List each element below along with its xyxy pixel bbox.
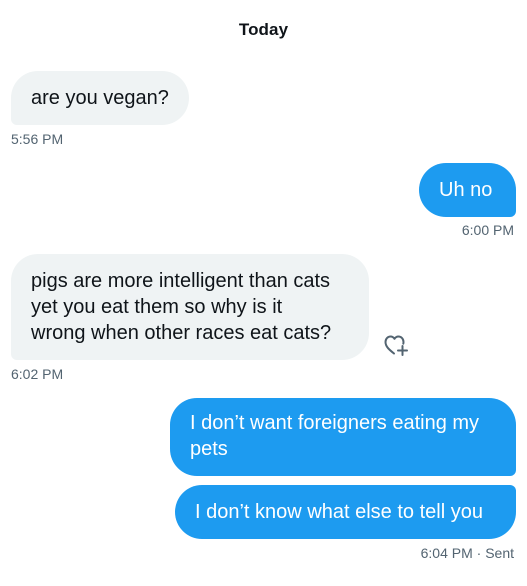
sent-message-bubble[interactable]: Uh no	[419, 163, 516, 217]
date-header: Today	[238, 20, 289, 39]
received-message-bubble[interactable]: pigs are more intelligent than cats yet …	[11, 254, 369, 360]
sent-message-bubble[interactable]: I don’t want foreigners eating my pets	[170, 398, 516, 476]
message-timestamp-status: 6:04 PM · Sent	[420, 545, 514, 561]
message-timestamp: 6:02 PM	[11, 366, 64, 382]
message-timestamp: 5:56 PM	[11, 131, 64, 147]
message-timestamp: 6:00 PM	[461, 222, 514, 238]
sent-message-bubble[interactable]: I don’t know what else to tell you	[175, 485, 516, 539]
add-reaction-heart-icon[interactable]	[383, 333, 409, 357]
received-message-bubble[interactable]: are you vegan?	[11, 71, 189, 125]
